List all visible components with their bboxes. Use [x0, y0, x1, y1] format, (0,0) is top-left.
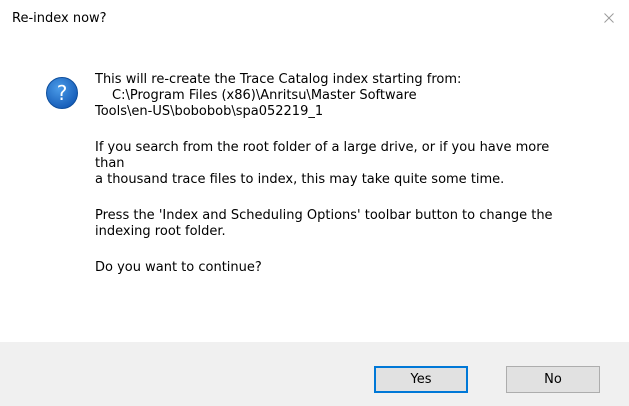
- message-warning-line-2: than: [95, 156, 125, 171]
- yes-button[interactable]: Yes: [374, 366, 468, 393]
- message-paragraph-path: This will re-create the Trace Catalog in…: [95, 72, 610, 120]
- message-intro: This will re-create the Trace Catalog in…: [95, 72, 462, 87]
- message-question: Do you want to continue?: [95, 260, 262, 275]
- message-options-line-2: indexing root folder.: [95, 224, 226, 239]
- message-warning-line-1: If you search from the root folder of a …: [95, 140, 550, 155]
- message-paragraph-question: Do you want to continue?: [95, 260, 610, 276]
- question-glyph: ?: [57, 81, 68, 105]
- question-icon: ?: [46, 77, 78, 109]
- message-paragraph-options: Press the 'Index and Scheduling Options'…: [95, 208, 610, 240]
- reindex-dialog: Re-index now? ? This will re-create the …: [0, 0, 629, 406]
- message-body: This will re-create the Trace Catalog in…: [95, 72, 610, 276]
- dialog-content: ? This will re-create the Trace Catalog …: [0, 36, 629, 342]
- message-path-line-2: Tools\en-US\bobobob\spa052219_1: [95, 104, 324, 119]
- close-button[interactable]: [589, 0, 629, 36]
- message-path-line-1: C:\Program Files (x86)\Anritsu\Master So…: [112, 88, 417, 103]
- no-button[interactable]: No: [506, 366, 600, 393]
- close-icon: [604, 13, 614, 23]
- message-paragraph-warning: If you search from the root folder of a …: [95, 140, 610, 188]
- dialog-title: Re-index now?: [12, 11, 107, 26]
- message-warning-line-3: a thousand trace files to index, this ma…: [95, 172, 505, 187]
- button-bar: Yes No: [0, 342, 629, 406]
- title-bar: Re-index now?: [0, 0, 629, 36]
- message-options-line-1: Press the 'Index and Scheduling Options'…: [95, 208, 553, 223]
